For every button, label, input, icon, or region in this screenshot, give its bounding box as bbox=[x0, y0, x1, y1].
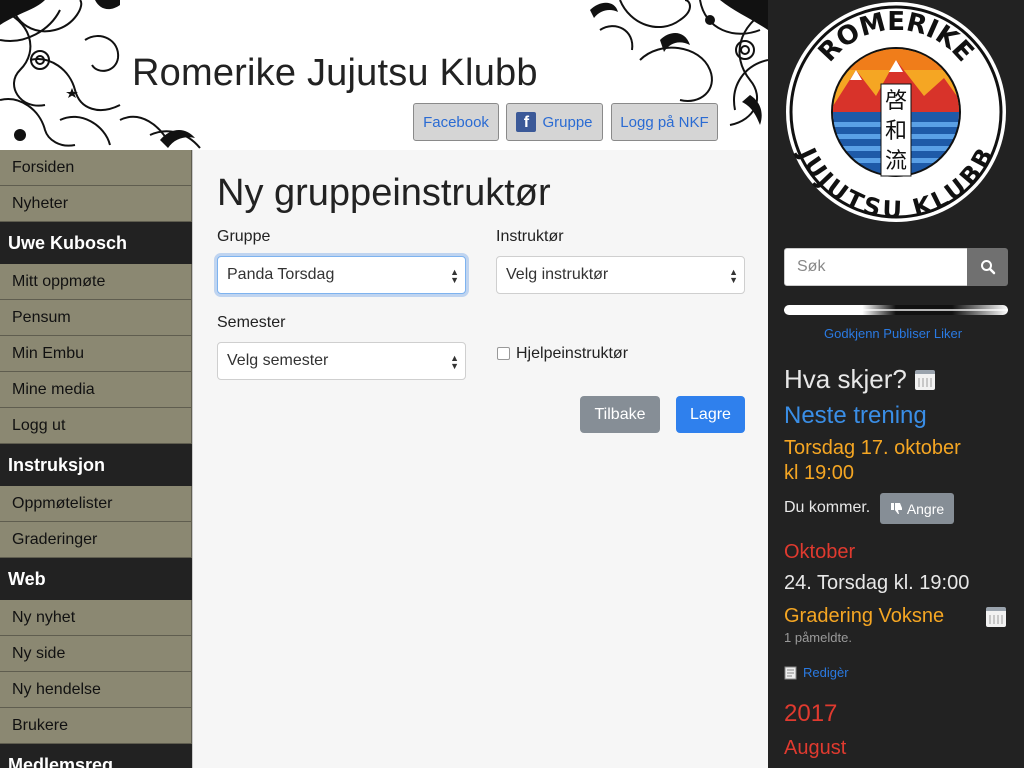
cancel-attendance-button[interactable]: Angre bbox=[880, 493, 954, 524]
sidebar-item-label: Forsiden bbox=[12, 158, 75, 176]
nkf-login-button-label: Logg på NKF bbox=[620, 113, 709, 131]
right-sidebar: 啓 和 流 ROMERIKE JUJUTSU KLUBB Søk Godkjen… bbox=[768, 0, 1024, 768]
month-heading: Oktober bbox=[784, 541, 856, 563]
thumbs-down-icon bbox=[890, 503, 902, 514]
site-header: Romerike Jujutsu Klubb Facebook f Gruppe… bbox=[0, 0, 768, 150]
sidebar-item-label: Logg ut bbox=[12, 416, 66, 434]
select-arrows-icon: ▲ ▼ bbox=[450, 353, 459, 371]
page-title: Ny gruppeinstruktør bbox=[217, 172, 551, 214]
select-arrows-icon: ▲ ▼ bbox=[450, 267, 459, 285]
semester-label: Semester bbox=[217, 314, 286, 331]
sidebar-nav: Forsiden Nyheter Uwe Kubosch Mitt oppmøt… bbox=[0, 150, 192, 768]
cancel-attendance-label: Angre bbox=[906, 500, 945, 517]
admin-links: Godkjenn Publiser Liker bbox=[824, 326, 962, 341]
edit-link-label: Redigèr bbox=[803, 665, 849, 680]
logo-kanji-1: 啓 bbox=[885, 89, 907, 114]
sidebar-item-label: Mine media bbox=[12, 380, 95, 398]
publish-link[interactable]: Publiser bbox=[883, 326, 930, 341]
like-link[interactable]: Liker bbox=[934, 326, 962, 341]
edit-link[interactable]: Redigèr bbox=[784, 665, 849, 680]
assistant-instructor-checkbox[interactable] bbox=[497, 347, 510, 360]
group-label: Gruppe bbox=[217, 228, 271, 245]
logo-kanji-3: 流 bbox=[885, 149, 907, 174]
instructor-select[interactable]: Velg instruktør ▲ ▼ bbox=[496, 256, 745, 294]
save-button[interactable]: Lagre bbox=[676, 396, 745, 433]
sidebar-item-ny-side[interactable]: Ny side bbox=[0, 636, 192, 672]
month2-heading: August bbox=[784, 737, 847, 759]
sidebar-item-label: Min Embu bbox=[12, 344, 85, 362]
sidebar-item-label: Mitt oppmøte bbox=[12, 272, 106, 290]
year-heading: 2017 bbox=[784, 700, 838, 727]
search-icon bbox=[980, 260, 995, 275]
sidebar-item-label: Brukere bbox=[12, 716, 69, 734]
instructor-select-value: Velg instruktør bbox=[506, 266, 609, 283]
event-calendar-icon[interactable] bbox=[986, 607, 1006, 627]
search-button[interactable] bbox=[967, 248, 1008, 286]
assistant-instructor-label[interactable]: Hjelpeinstruktør bbox=[516, 345, 628, 363]
event-date: 24. Torsdag kl. 19:00 bbox=[784, 572, 970, 594]
sidebar-item-logg-ut[interactable]: Logg ut bbox=[0, 408, 192, 444]
sidebar-item-label: Nyheter bbox=[12, 194, 69, 212]
group-select-value: Panda Torsdag bbox=[227, 266, 335, 283]
sidebar-item-label: Oppmøtelister bbox=[12, 494, 113, 512]
nkf-login-button[interactable]: Logg på NKF bbox=[611, 103, 718, 141]
sidebar-heading-instruction: Instruksjon bbox=[0, 444, 192, 486]
logo-kanji-2: 和 bbox=[885, 119, 907, 144]
sidebar-item-label: Graderinger bbox=[12, 530, 98, 548]
attending-text: Du kommer. bbox=[784, 499, 871, 516]
approve-link[interactable]: Godkjenn bbox=[824, 326, 880, 341]
sidebar-item-forsiden[interactable]: Forsiden bbox=[0, 150, 192, 186]
next-training-time: kl 19:00 bbox=[784, 462, 855, 484]
whats-on-heading-text: Hva skjer? bbox=[784, 364, 907, 394]
instructor-label: Instruktør bbox=[496, 228, 564, 245]
semester-select-value: Velg semester bbox=[227, 352, 329, 369]
sidebar-item-ny-hendelse[interactable]: Ny hendelse bbox=[0, 672, 192, 708]
sidebar-item-brukere[interactable]: Brukere bbox=[0, 708, 192, 744]
search-input[interactable]: Søk bbox=[784, 248, 968, 286]
club-logo[interactable]: 啓 和 流 ROMERIKE JUJUTSU KLUBB bbox=[784, 0, 1008, 224]
sidebar-item-label: Ny hendelse bbox=[12, 680, 101, 698]
event-title[interactable]: Gradering Voksne bbox=[784, 605, 944, 628]
facebook-button[interactable]: Facebook bbox=[413, 103, 499, 141]
facebook-group-button[interactable]: f Gruppe bbox=[506, 103, 603, 141]
sidebar-item-ny-nyhet[interactable]: Ny nyhet bbox=[0, 600, 192, 636]
calendar-icon[interactable] bbox=[914, 369, 935, 390]
sidebar-item-graderinger[interactable]: Graderinger bbox=[0, 522, 192, 558]
sidebar-item-nyheter[interactable]: Nyheter bbox=[0, 186, 192, 222]
semester-select[interactable]: Velg semester ▲ ▼ bbox=[217, 342, 466, 380]
sidebar-heading-user: Uwe Kubosch bbox=[0, 222, 192, 264]
document-icon bbox=[784, 666, 797, 679]
sidebar-item-label: Ny side bbox=[12, 644, 66, 662]
facebook-button-label: Facebook bbox=[423, 113, 489, 131]
sidebar-item-pensum[interactable]: Pensum bbox=[0, 300, 192, 336]
sidebar-item-mitt-oppmote[interactable]: Mitt oppmøte bbox=[0, 264, 192, 300]
facebook-group-button-label: Gruppe bbox=[542, 113, 593, 131]
sidebar-item-oppmotelister[interactable]: Oppmøtelister bbox=[0, 486, 192, 522]
facebook-icon: f bbox=[516, 112, 537, 132]
sidebar-item-min-embu[interactable]: Min Embu bbox=[0, 336, 192, 372]
brush-divider bbox=[784, 305, 1008, 315]
whats-on-heading: Hva skjer? bbox=[784, 364, 935, 395]
event-signups: 1 påmeldte. bbox=[784, 630, 852, 645]
select-arrows-icon: ▲ ▼ bbox=[729, 267, 738, 285]
next-training-date: Torsdag 17. oktober bbox=[784, 437, 961, 459]
site-title[interactable]: Romerike Jujutsu Klubb bbox=[132, 52, 538, 95]
sidebar-heading-member: Medlemsreg bbox=[0, 744, 192, 768]
sidebar-item-label: Pensum bbox=[12, 308, 71, 326]
group-select[interactable]: Panda Torsdag ▲ ▼ bbox=[217, 256, 466, 294]
main-content: Ny gruppeinstruktør Gruppe Panda Torsdag… bbox=[192, 150, 768, 768]
sidebar-heading-web: Web bbox=[0, 558, 192, 600]
sidebar-item-mine-media[interactable]: Mine media bbox=[0, 372, 192, 408]
sidebar-item-label: Ny nyhet bbox=[12, 608, 76, 626]
next-training-heading: Neste trening bbox=[784, 402, 927, 429]
back-button[interactable]: Tilbake bbox=[580, 396, 660, 433]
